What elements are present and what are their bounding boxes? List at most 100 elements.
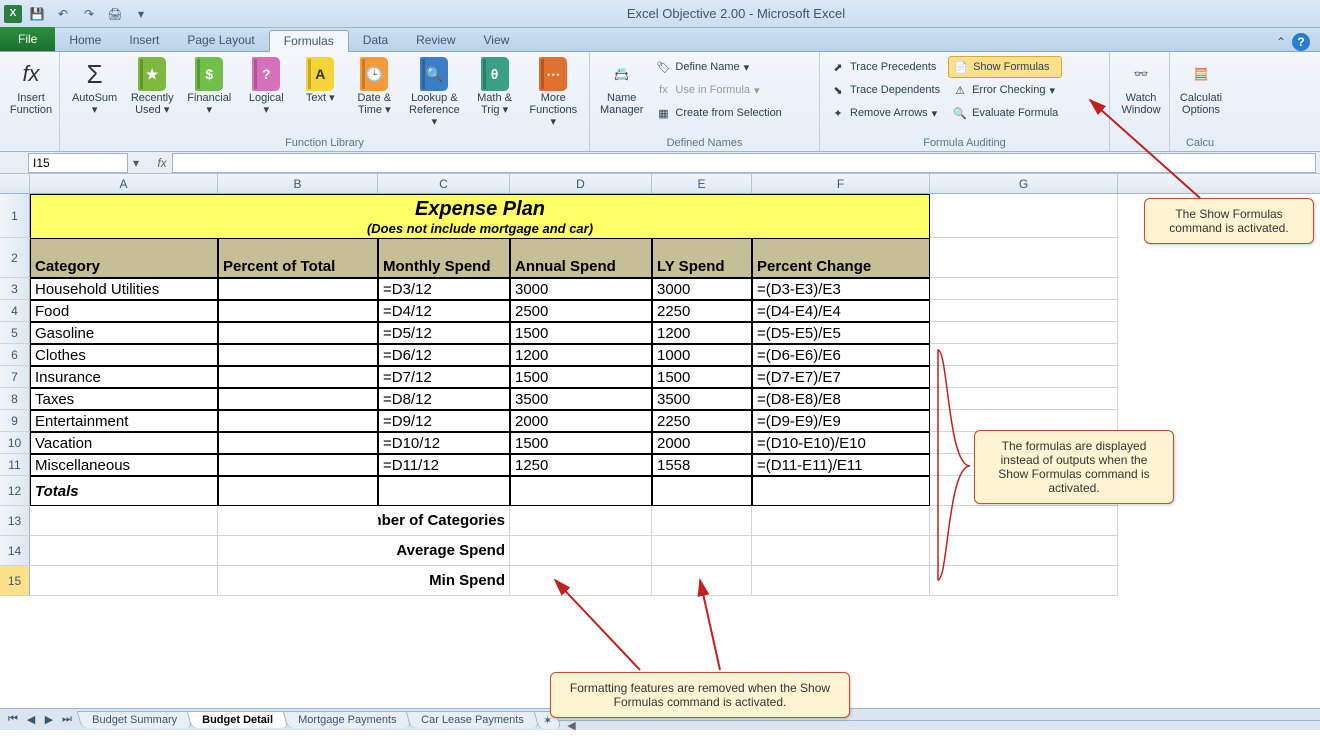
cell[interactable]: =(D8-E8)/E8 [752,388,930,410]
cell[interactable]: =(D11-E11)/E11 [752,454,930,476]
datetime-button[interactable]: 🕒Date & Time ▾ [349,56,399,118]
cell[interactable]: 2000 [510,410,652,432]
more-functions-button[interactable]: ⋯More Functions ▾ [524,56,583,130]
cell[interactable] [930,344,1118,366]
cell[interactable] [652,536,752,566]
cell[interactable] [930,238,1118,278]
cell[interactable] [218,300,378,322]
cell[interactable]: Household Utilities [30,278,218,300]
row-header[interactable]: 12 [0,476,30,506]
row-header[interactable]: 5 [0,322,30,344]
col-header[interactable]: C [378,174,510,193]
cell[interactable] [30,506,218,536]
cell[interactable]: 1500 [510,432,652,454]
qat-customize[interactable]: ▾ [130,3,152,25]
cell[interactable] [218,454,378,476]
cell[interactable] [218,278,378,300]
cell[interactable] [218,410,378,432]
tab-insert[interactable]: Insert [115,29,173,51]
cell[interactable]: =D11/12 [378,454,510,476]
math-button[interactable]: θMath & Trig ▾ [470,56,520,118]
help-button[interactable]: ? [1292,33,1310,51]
autosum-button[interactable]: ΣAutoSum ▾ [66,56,123,118]
cell[interactable]: =D9/12 [378,410,510,432]
tab-formulas[interactable]: Formulas [269,30,349,52]
redo-button[interactable]: ↷ [78,3,100,25]
header-cell[interactable]: Percent of Total [218,238,378,278]
cell[interactable]: =(D5-E5)/E5 [752,322,930,344]
create-from-selection-button[interactable]: ▦Create from Selection [651,102,785,124]
sheet-tab[interactable]: Mortgage Payments [283,711,412,728]
logical-button[interactable]: ?Logical ▾ [241,56,291,118]
header-cell[interactable]: Percent Change [752,238,930,278]
cell[interactable]: =(D3-E3)/E3 [752,278,930,300]
cell[interactable] [930,322,1118,344]
cell[interactable] [218,476,378,506]
lookup-button[interactable]: 🔍Lookup & Reference ▾ [403,56,465,130]
cell[interactable] [652,506,752,536]
col-header[interactable]: B [218,174,378,193]
cell[interactable]: Totals [30,476,218,506]
cell[interactable]: 2500 [510,300,652,322]
cell[interactable] [218,322,378,344]
cell[interactable]: =D3/12 [378,278,510,300]
cell[interactable] [752,476,930,506]
row-header[interactable]: 14 [0,536,30,566]
calc-options-button[interactable]: 🧮Calculati Options [1176,56,1226,118]
cell[interactable] [218,506,378,536]
row-header[interactable]: 9 [0,410,30,432]
cell[interactable]: =(D6-E6)/E6 [752,344,930,366]
undo-button[interactable]: ↶ [52,3,74,25]
trace-precedents-button[interactable]: ⬈Trace Precedents [826,56,944,78]
watch-window-button[interactable]: 👓Watch Window [1116,56,1166,118]
header-cell[interactable]: Monthly Spend [378,238,510,278]
insert-function-button[interactable]: fx Insert Function [6,56,56,118]
cell[interactable]: Min Spend [378,566,510,596]
cell[interactable]: 1000 [652,344,752,366]
cell[interactable]: 1558 [652,454,752,476]
row-header[interactable]: 2 [0,238,30,278]
cell[interactable]: =(D7-E7)/E7 [752,366,930,388]
text-button[interactable]: AText ▾ [295,56,345,106]
cell[interactable]: =D8/12 [378,388,510,410]
cell[interactable]: 2250 [652,410,752,432]
cell[interactable] [218,536,378,566]
cell[interactable] [752,566,930,596]
cell[interactable] [218,344,378,366]
cell[interactable] [930,194,1118,238]
cell[interactable]: =D10/12 [378,432,510,454]
name-box-dropdown[interactable]: ▾ [128,156,144,170]
remove-arrows-button[interactable]: ✦Remove Arrows ▾ [826,102,944,124]
row-header[interactable]: 15 [0,566,30,596]
show-formulas-button[interactable]: 📄Show Formulas [948,56,1062,78]
tab-view[interactable]: View [470,29,524,51]
cell[interactable]: Miscellaneous [30,454,218,476]
cell[interactable]: Gasoline [30,322,218,344]
row-header[interactable]: 8 [0,388,30,410]
save-button[interactable]: 💾 [26,3,48,25]
cell[interactable]: Food [30,300,218,322]
name-box[interactable]: I15 [28,153,128,173]
cell[interactable] [510,506,652,536]
cell[interactable] [218,566,378,596]
sheet-tab[interactable]: Budget Detail [187,711,288,728]
row-header[interactable]: 13 [0,506,30,536]
header-cell[interactable]: Category [30,238,218,278]
row-header[interactable]: 11 [0,454,30,476]
cell[interactable] [752,506,930,536]
cell[interactable]: =D5/12 [378,322,510,344]
cell[interactable] [218,388,378,410]
cell[interactable]: 3500 [652,388,752,410]
cell[interactable]: 1500 [510,322,652,344]
cell[interactable] [930,388,1118,410]
header-cell[interactable]: LY Spend [652,238,752,278]
row-header[interactable]: 1 [0,194,30,238]
cell[interactable]: Entertainment [30,410,218,432]
row-header[interactable]: 4 [0,300,30,322]
cell[interactable]: 3500 [510,388,652,410]
cell[interactable]: Taxes [30,388,218,410]
cell[interactable]: =(D9-E9)/E9 [752,410,930,432]
cell[interactable]: Clothes [30,344,218,366]
cell[interactable] [930,566,1118,596]
col-header[interactable]: A [30,174,218,193]
